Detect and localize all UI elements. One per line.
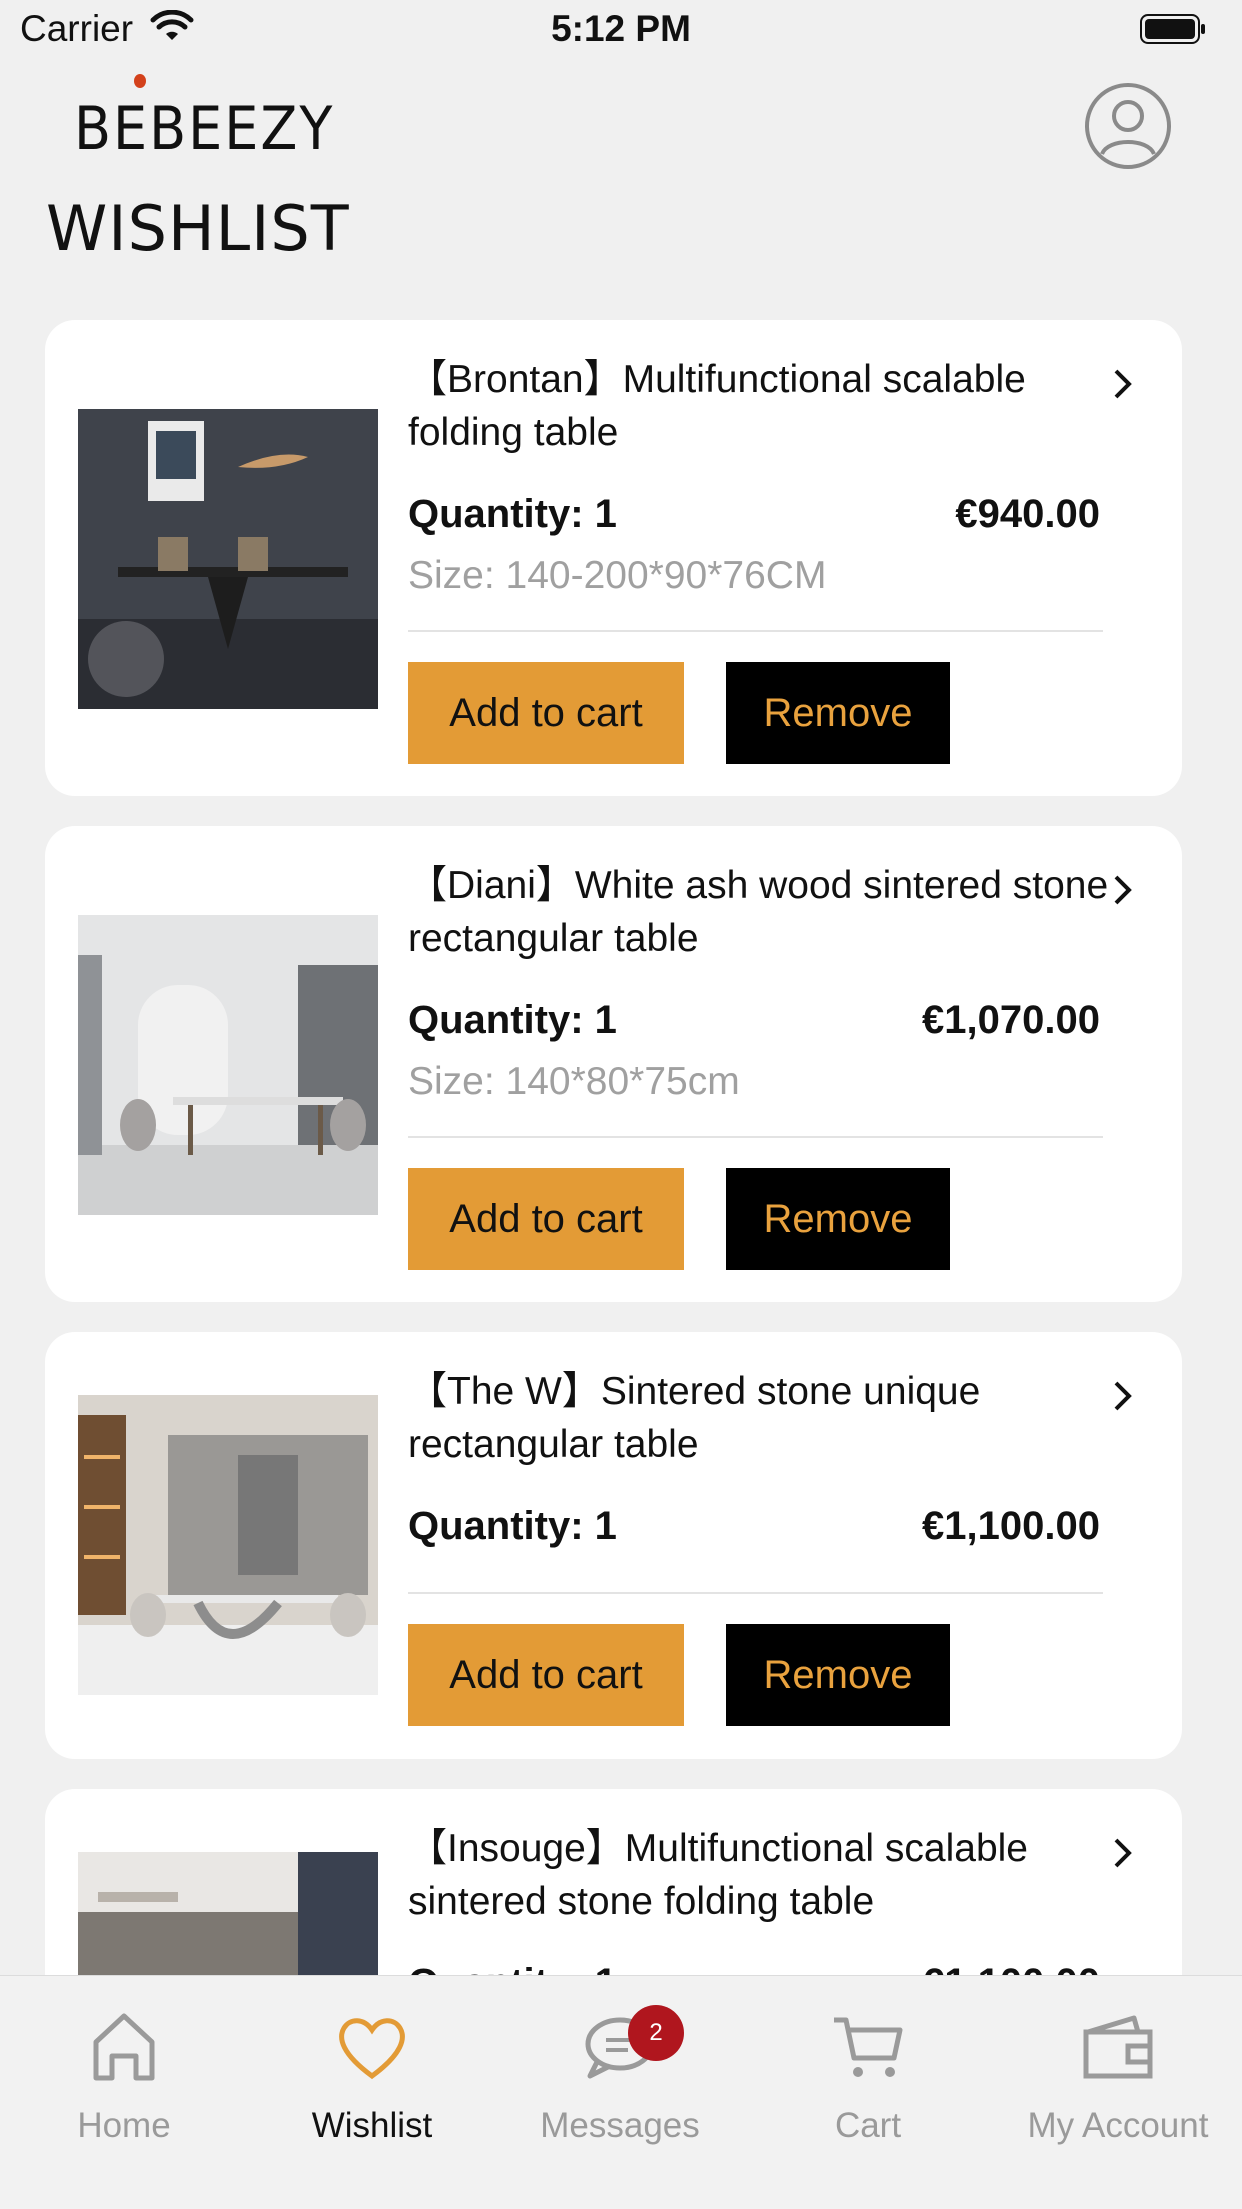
wishlist-item[interactable]: 【Brontan】Multifunctional scalable foldin… xyxy=(45,320,1182,796)
price-label: €1,070.00 xyxy=(922,998,1100,1042)
wallet-icon xyxy=(1083,2015,1153,2079)
product-title[interactable]: 【Diani】White ash wood sintered stone rec… xyxy=(408,859,1128,965)
size-label: Size: 140-200*90*76CM xyxy=(408,554,827,597)
kitchen-table-photo xyxy=(78,1852,378,1975)
price-label: €940.00 xyxy=(955,492,1100,536)
messages-badge: 2 xyxy=(628,2005,684,2061)
remove-button[interactable]: Remove xyxy=(726,1624,950,1726)
kitchen-table-photo xyxy=(78,1395,378,1695)
product-title[interactable]: 【Insouge】Multifunctional scalable sinter… xyxy=(408,1822,1128,1928)
cart-icon xyxy=(834,2017,903,2077)
wishlist-item[interactable]: 【Diani】White ash wood sintered stone rec… xyxy=(45,826,1182,1302)
chevron-right-icon[interactable] xyxy=(1105,1835,1141,1871)
chevron-right-icon[interactable] xyxy=(1105,1378,1141,1414)
tab-bar: Home Wishlist Messages Cart My Account xyxy=(0,1975,1242,2209)
tab-home-label: Home xyxy=(77,2106,171,2145)
brand-logo[interactable]: BEBEEZY xyxy=(74,74,332,164)
heart-icon xyxy=(339,2018,405,2080)
tab-cart-label: Cart xyxy=(834,2106,902,2145)
tab-messages[interactable]: Messages xyxy=(496,1976,744,2156)
profile-icon[interactable] xyxy=(1084,82,1172,170)
battery-icon xyxy=(1140,14,1205,44)
product-title[interactable]: 【The W】Sintered stone unique rectangular… xyxy=(408,1365,1128,1471)
divider xyxy=(408,630,1103,632)
tab-messages-label: Messages xyxy=(540,2106,700,2145)
wishlist-item[interactable]: 【The W】Sintered stone unique rectangular… xyxy=(45,1332,1182,1759)
divider xyxy=(408,1136,1103,1138)
tab-wishlist[interactable]: Wishlist xyxy=(248,1976,496,2156)
logo-text: BEBEEZY xyxy=(74,94,335,164)
tab-cart[interactable]: Cart xyxy=(744,1976,992,2156)
product-image[interactable] xyxy=(78,409,378,709)
product-image[interactable] xyxy=(78,915,378,1215)
quantity-label: Quantity: 1 xyxy=(408,998,617,1042)
price-label: €1,100.00 xyxy=(765,1961,1100,1975)
tab-wishlist-label: Wishlist xyxy=(311,2106,433,2145)
chevron-right-icon[interactable] xyxy=(1105,872,1141,908)
product-image[interactable] xyxy=(78,1852,378,1975)
add-to-cart-button[interactable]: Add to cart xyxy=(408,1168,684,1270)
clock: 5:12 PM xyxy=(551,8,691,49)
dining-table-photo xyxy=(78,915,378,1215)
remove-button[interactable]: Remove xyxy=(726,1168,950,1270)
tab-my-account-label: My Account xyxy=(1027,2106,1209,2145)
tab-home[interactable]: Home xyxy=(0,1976,248,2156)
chevron-right-icon[interactable] xyxy=(1105,366,1141,402)
product-title[interactable]: 【Brontan】Multifunctional scalable foldin… xyxy=(408,353,1128,459)
remove-button[interactable]: Remove xyxy=(726,662,950,764)
page-title: WISHLIST xyxy=(46,192,350,265)
quantity-label: Quantity: 1 xyxy=(408,1504,617,1548)
wishlist-list[interactable]: 【Brontan】Multifunctional scalable foldin… xyxy=(45,320,1182,1975)
wishlist-item[interactable]: 【Insouge】Multifunctional scalable sinter… xyxy=(45,1789,1182,1975)
price-label: €1,100.00 xyxy=(922,1504,1100,1548)
quantity-label: Quantity: 1 xyxy=(408,1961,617,1975)
status-bar: Carrier 5:12 PM xyxy=(0,0,1242,62)
divider xyxy=(408,1592,1103,1594)
quantity-label: Quantity: 1 xyxy=(408,492,617,536)
product-image[interactable] xyxy=(78,1395,378,1695)
dining-table-photo xyxy=(78,409,378,709)
home-icon xyxy=(93,2013,155,2081)
size-label: Size: 140*80*75cm xyxy=(408,1060,740,1103)
logo-dot xyxy=(134,74,146,88)
add-to-cart-button[interactable]: Add to cart xyxy=(408,662,684,764)
add-to-cart-button[interactable]: Add to cart xyxy=(408,1624,684,1726)
tab-my-account[interactable]: My Account xyxy=(994,1976,1242,2156)
